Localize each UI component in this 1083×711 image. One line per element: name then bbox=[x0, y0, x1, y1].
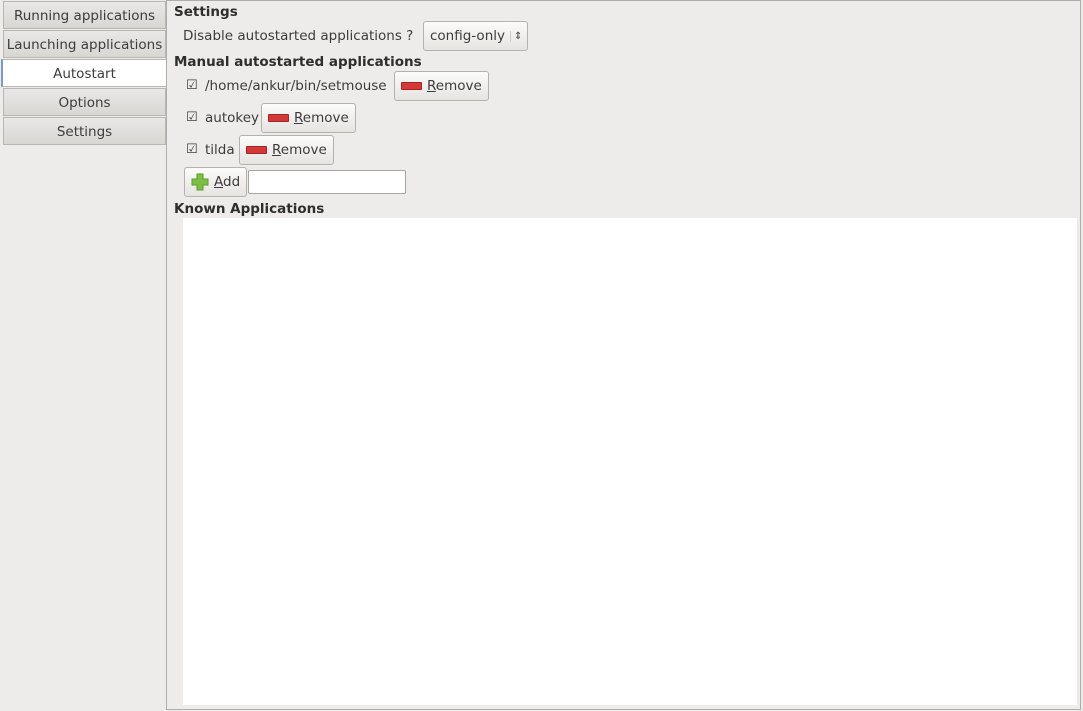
settings-heading: Settings bbox=[174, 4, 238, 20]
remove-label: Remove bbox=[427, 78, 482, 94]
remove-button[interactable]: Remove bbox=[239, 135, 334, 165]
add-button[interactable]: Add bbox=[184, 167, 248, 197]
remove-label: Remove bbox=[294, 110, 349, 126]
item-name: tilda bbox=[205, 142, 235, 158]
add-label: Add bbox=[214, 174, 241, 190]
tab-autostart[interactable]: Autostart bbox=[1, 59, 167, 87]
item-checkbox[interactable]: ☑ bbox=[186, 79, 199, 92]
manual-heading: Manual autostarted applications bbox=[174, 54, 422, 70]
tab-settings[interactable]: Settings bbox=[3, 117, 166, 145]
tab-launching-applications[interactable]: Launching applications bbox=[3, 30, 166, 58]
tab-running-applications[interactable]: Running applications bbox=[3, 1, 166, 29]
plus-icon bbox=[191, 173, 209, 191]
item-name: autokey bbox=[205, 110, 260, 126]
remove-icon bbox=[268, 114, 289, 122]
disable-autostart-select[interactable]: config-only ⇕ bbox=[423, 21, 528, 51]
remove-icon bbox=[246, 146, 267, 154]
disable-autostart-label: Disable autostarted applications ? bbox=[183, 28, 414, 44]
tab-options[interactable]: Options bbox=[3, 88, 166, 116]
select-arrows-icon: ⇕ bbox=[510, 30, 522, 42]
item-checkbox[interactable]: ☑ bbox=[186, 111, 199, 124]
item-checkbox[interactable]: ☑ bbox=[186, 143, 199, 156]
remove-button[interactable]: Remove bbox=[394, 71, 489, 101]
add-application-input[interactable] bbox=[248, 170, 406, 194]
select-value: config-only bbox=[430, 28, 505, 44]
remove-icon bbox=[401, 82, 422, 90]
known-applications-heading: Known Applications bbox=[174, 201, 325, 217]
remove-button[interactable]: Remove bbox=[261, 103, 356, 133]
known-applications-list[interactable] bbox=[183, 218, 1077, 705]
remove-label: Remove bbox=[272, 142, 327, 158]
item-name: /home/ankur/bin/setmouse bbox=[205, 78, 387, 94]
